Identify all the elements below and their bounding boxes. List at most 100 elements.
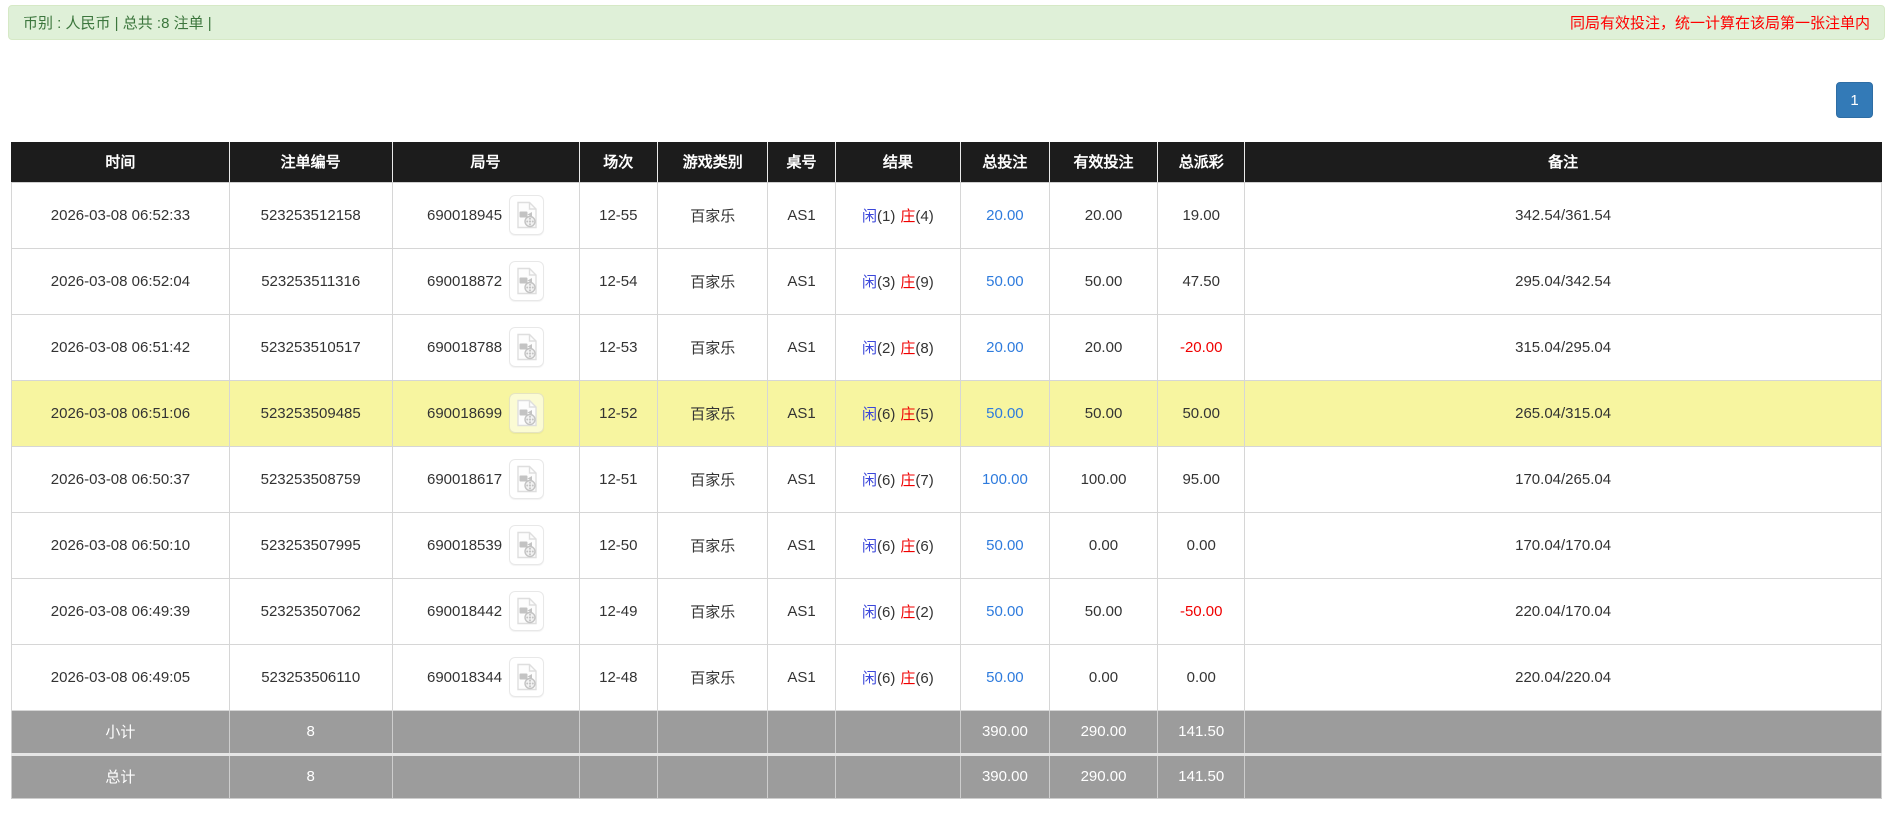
cell-table-no: AS1 (767, 181, 836, 249)
cell-total-bet: 50.00 (959, 577, 1050, 645)
banker-result-label: 庄 (900, 603, 916, 621)
cell-round-id: 690018442 (391, 577, 580, 645)
records-table: 时间 注单编号 局号 场次 游戏类别 桌号 结果 总投注 有效投注 总派彩 备注 2026-03-0… (11, 142, 1882, 799)
cell-total-bet: 20.00 (959, 181, 1050, 249)
cell-table-no: AS1 (767, 379, 836, 447)
cell-result: 闲(6) 庄(5) (834, 379, 961, 447)
cell-time: 2026-03-08 06:49:05 (11, 643, 230, 711)
round-id-text: 690018788 (426, 338, 503, 356)
cell-table-no: AS1 (767, 577, 836, 645)
column-header: 结果 (834, 142, 961, 183)
video-replay-icon (516, 663, 537, 691)
cell-total-bet: 50.00 (959, 247, 1050, 315)
cell-time: 2026-03-08 06:52:04 (11, 247, 230, 315)
banker-result-score: (7) (915, 471, 934, 489)
round-id-text: 690018617 (426, 470, 503, 488)
player-result-score: (2) (877, 339, 896, 357)
subtotal-valid-bet: 290.00 (1048, 709, 1159, 755)
video-replay-button[interactable] (509, 459, 545, 499)
cell-valid-bet: 20.00 (1048, 181, 1159, 249)
cell-game-type: 百家乐 (657, 577, 769, 645)
video-replay-button[interactable] (509, 525, 545, 565)
banker-result-label: 庄 (900, 273, 916, 291)
banker-result-score: (9) (915, 273, 934, 291)
cell-bet-id: 523253509485 (228, 379, 393, 447)
total-total-bet: 390.00 (959, 752, 1050, 799)
column-header: 时间 (11, 142, 230, 183)
table-body: 2026-03-08 06:52:33 523253512158 6900189… (11, 181, 1882, 711)
total-bet-link[interactable]: 50.00 (986, 669, 1024, 686)
cell-bet-id: 523253506110 (228, 643, 393, 711)
cell-round-id: 690018945 (391, 181, 580, 249)
cell-bet-id: 523253510517 (228, 313, 393, 381)
column-header: 游戏类别 (657, 142, 768, 183)
column-header: 注单编号 (228, 142, 393, 183)
round-id-text: 690018945 (426, 206, 503, 224)
column-header: 桌号 (767, 142, 836, 183)
footer-empty-cell (578, 709, 659, 755)
cell-time: 2026-03-08 06:51:42 (11, 313, 230, 381)
pagination: 1 (0, 82, 1893, 118)
footer-empty-cell (834, 709, 961, 755)
total-bet-link[interactable]: 20.00 (986, 339, 1024, 356)
cell-session: 12-53 (578, 313, 659, 381)
player-result-score: (6) (877, 669, 896, 687)
cell-remark: 315.04/295.04 (1244, 313, 1882, 381)
total-bet-link[interactable]: 50.00 (986, 273, 1024, 290)
cell-total-bet: 20.00 (959, 313, 1050, 381)
subtotal-label: 小计 (11, 709, 230, 755)
total-bet-link[interactable]: 50.00 (986, 537, 1024, 554)
video-replay-button[interactable] (509, 393, 545, 433)
video-replay-button[interactable] (509, 591, 545, 631)
cell-game-type: 百家乐 (657, 643, 769, 711)
cell-bet-id: 523253508759 (228, 445, 393, 513)
video-replay-icon (516, 465, 537, 493)
cell-session: 12-49 (578, 577, 659, 645)
video-replay-button[interactable] (509, 195, 545, 235)
cell-bet-id: 523253507062 (228, 577, 393, 645)
table-row: 2026-03-08 06:51:06 523253509485 6900186… (11, 379, 1882, 447)
player-result-label: 闲 (861, 603, 877, 621)
total-bet-link[interactable]: 100.00 (982, 471, 1028, 488)
player-result-score: (1) (877, 207, 896, 225)
cell-valid-bet: 50.00 (1048, 247, 1159, 315)
cell-bet-id: 523253511316 (228, 247, 393, 315)
footer-empty-cell (834, 752, 961, 799)
cell-session: 12-55 (578, 181, 659, 249)
round-id-text: 690018344 (426, 668, 503, 686)
cell-total-bet: 50.00 (959, 643, 1050, 711)
banker-result-score: (4) (915, 207, 934, 225)
cell-game-type: 百家乐 (657, 379, 769, 447)
footer-empty-cell (391, 709, 580, 755)
footer-empty-cell (767, 709, 836, 755)
video-replay-icon (516, 531, 537, 559)
column-header: 场次 (578, 142, 658, 183)
video-replay-button[interactable] (509, 657, 545, 697)
currency-summary-text: 币别 : 人民币 | 总共 :8 注单 | (23, 15, 212, 32)
banker-result-score: (2) (915, 603, 934, 621)
total-bet-link[interactable]: 50.00 (986, 603, 1024, 620)
footer-empty-cell (1244, 709, 1882, 755)
cell-remark: 220.04/170.04 (1244, 577, 1882, 645)
table-row: 2026-03-08 06:52:33 523253512158 6900189… (11, 181, 1882, 249)
cell-table-no: AS1 (767, 247, 836, 315)
video-replay-button[interactable] (509, 261, 545, 301)
footer-empty-cell (391, 752, 580, 799)
banker-result-score: (6) (915, 537, 934, 555)
cell-remark: 220.04/220.04 (1244, 643, 1882, 711)
total-bet-link[interactable]: 20.00 (986, 207, 1024, 224)
cell-valid-bet: 50.00 (1048, 577, 1159, 645)
table-row: 2026-03-08 06:51:42 523253510517 6900187… (11, 313, 1882, 381)
cell-session: 12-54 (578, 247, 659, 315)
video-replay-button[interactable] (509, 327, 545, 367)
player-result-label: 闲 (861, 537, 877, 555)
cell-game-type: 百家乐 (657, 445, 769, 513)
player-result-label: 闲 (861, 405, 877, 423)
cell-valid-bet: 50.00 (1048, 379, 1159, 447)
footer-empty-cell (578, 752, 659, 799)
cell-payout: -20.00 (1157, 313, 1246, 381)
page-1-button[interactable]: 1 (1836, 82, 1873, 118)
cell-total-bet: 100.00 (959, 445, 1050, 513)
cell-payout: 0.00 (1157, 511, 1246, 579)
total-bet-link[interactable]: 50.00 (986, 405, 1024, 422)
